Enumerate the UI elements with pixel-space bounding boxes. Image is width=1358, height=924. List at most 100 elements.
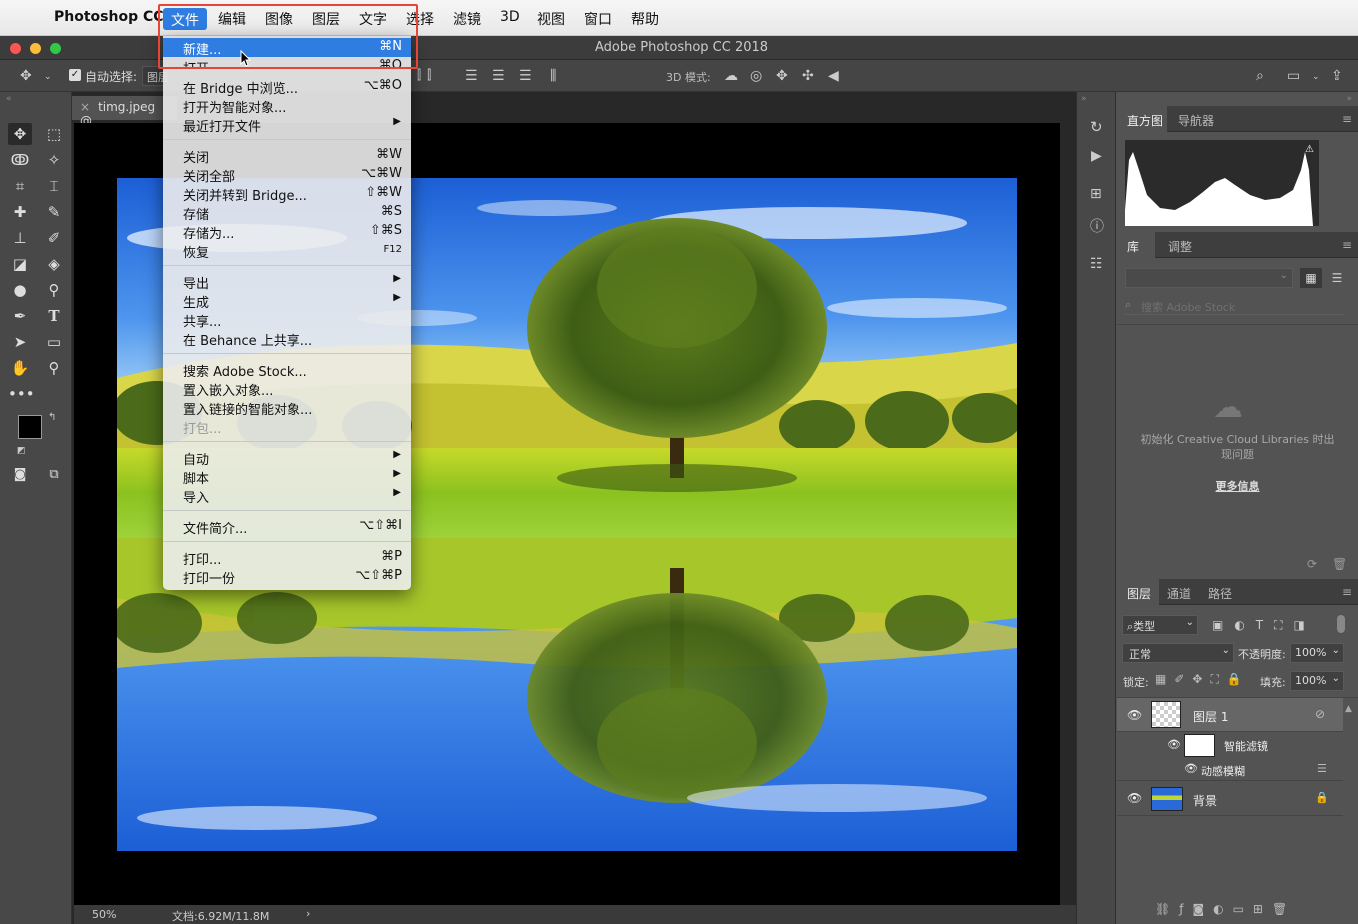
tab-navigator[interactable]: 导航器 bbox=[1178, 112, 1214, 129]
healing-brush-tool-icon[interactable]: ✚ bbox=[8, 201, 32, 223]
menu-filter[interactable]: 滤镜 bbox=[453, 9, 481, 29]
zoom-tool-icon[interactable]: ⚲ bbox=[42, 357, 66, 379]
tab-histogram[interactable]: 直方图 bbox=[1127, 112, 1163, 129]
tab-layers[interactable]: 图层 bbox=[1127, 585, 1151, 602]
sync-icon[interactable]: ⟳ bbox=[1307, 557, 1317, 571]
magic-wand-tool-icon[interactable]: ✧ bbox=[42, 149, 66, 171]
more-info-link[interactable]: 更多信息 bbox=[1117, 478, 1358, 494]
app-menu[interactable]: Photoshop CC bbox=[54, 9, 164, 25]
align-icons[interactable]: ⫿⫿ bbox=[417, 68, 437, 83]
history-icon[interactable]: ↻ bbox=[1090, 118, 1103, 136]
menu-item-browse-bridge[interactable]: 在 Bridge 中浏览... ⌥⌘O bbox=[163, 77, 411, 97]
collapse-panels-icon[interactable]: » bbox=[1346, 94, 1352, 104]
hand-tool-icon[interactable]: ✋ bbox=[8, 357, 32, 379]
rectangle-tool-icon[interactable]: ▭ bbox=[42, 331, 66, 353]
layer-name[interactable]: 背景 bbox=[1193, 792, 1217, 809]
visibility-eye-icon[interactable]: 👁 bbox=[1184, 762, 1198, 775]
collapse-tools-icon[interactable]: « bbox=[6, 94, 12, 104]
lasso-tool-icon[interactable]: ↂ bbox=[8, 149, 32, 171]
visibility-eye-icon[interactable]: 👁 bbox=[1127, 791, 1142, 805]
default-colors-icon[interactable]: ◩ bbox=[17, 446, 26, 456]
workspace-icon[interactable]: ▭ bbox=[1287, 68, 1300, 84]
properties-icon[interactable]: ☷ bbox=[1090, 256, 1103, 272]
auto-select-checkbox[interactable]: ✓ bbox=[69, 69, 81, 81]
minimize-window-button[interactable] bbox=[30, 43, 41, 54]
document-tab[interactable]: × timg.jpeg @ bbox=[72, 96, 177, 128]
layer-name[interactable]: 图层 1 bbox=[1193, 708, 1228, 725]
eyedropper-tool-icon[interactable]: ⌶ bbox=[42, 175, 66, 197]
brush-tool-icon[interactable]: ✎ bbox=[42, 201, 66, 223]
status-chevron-icon[interactable]: › bbox=[306, 907, 310, 920]
scroll-up-icon[interactable]: ▲ bbox=[1345, 704, 1352, 714]
layer-row[interactable]: 👁 图层 1 ⊘ bbox=[1117, 698, 1343, 732]
menu-item-share-behance[interactable]: 在 Behance 上共享... bbox=[163, 329, 411, 349]
menu-item-share[interactable]: 共享... bbox=[163, 310, 411, 330]
menu-item-open-recent[interactable]: 最近打开文件 ▶ bbox=[163, 115, 411, 135]
menu-item-export[interactable]: 导出 ▶ bbox=[163, 272, 411, 292]
close-window-button[interactable] bbox=[10, 43, 21, 54]
menu-item-place-embedded[interactable]: 置入嵌入对象... bbox=[163, 379, 411, 399]
fill-input[interactable]: 100% ⌄ bbox=[1290, 671, 1344, 691]
blend-mode-select[interactable]: 正常 ⌄ bbox=[1122, 643, 1234, 663]
layer-actions-toolbar[interactable]: ⛓ƒ◙◐▭⊞🗑 bbox=[1155, 902, 1296, 916]
panel-menu-icon[interactable]: ≡ bbox=[1342, 585, 1352, 599]
tab-adjustments[interactable]: 调整 bbox=[1168, 238, 1192, 255]
zoom-level[interactable]: 50% bbox=[92, 908, 116, 921]
search-icon[interactable]: ⌕ bbox=[1256, 68, 1264, 84]
layer-row[interactable]: 👁 智能滤镜 bbox=[1117, 732, 1343, 759]
menu-window[interactable]: 窗口 bbox=[584, 9, 612, 29]
close-tab-icon[interactable]: × bbox=[80, 100, 90, 114]
menu-item-close-go-bridge[interactable]: 关闭并转到 Bridge... ⇧⌘W bbox=[163, 184, 411, 204]
distribute-icon[interactable]: ⫼ bbox=[550, 68, 556, 84]
menu-view[interactable]: 视图 bbox=[537, 9, 565, 29]
menu-item-close[interactable]: 关闭 ⌘W bbox=[163, 146, 411, 166]
menu-item-generate[interactable]: 生成 ▶ bbox=[163, 291, 411, 311]
clone-stamp-tool-icon[interactable]: ⊥ bbox=[8, 227, 32, 249]
marquee-tool-icon[interactable]: ⬚ bbox=[42, 123, 66, 145]
tab-channels[interactable]: 通道 bbox=[1167, 585, 1191, 602]
menu-item-save[interactable]: 存储 ⌘S bbox=[163, 203, 411, 223]
history-brush-tool-icon[interactable]: ✐ bbox=[42, 227, 66, 249]
workspace-chevron-icon[interactable]: ⌄ bbox=[1312, 72, 1320, 82]
menu-item-scripts[interactable]: 脚本 ▶ bbox=[163, 467, 411, 487]
layer-filter-kind[interactable]: ⌕类型 ⌄ bbox=[1122, 615, 1198, 635]
foreground-color-swatch[interactable] bbox=[18, 415, 42, 439]
move-tool-icon[interactable]: ✥ bbox=[8, 123, 32, 145]
quick-mask-icon[interactable]: ◙ bbox=[8, 464, 32, 486]
menu-help[interactable]: 帮助 bbox=[631, 9, 659, 29]
align-top-icon[interactable]: ☰ bbox=[465, 68, 478, 84]
menu-item-save-as[interactable]: 存储为... ⇧⌘S bbox=[163, 222, 411, 242]
menu-item-open-smart-object[interactable]: 打开为智能对象... bbox=[163, 96, 411, 116]
menu-item-file-info[interactable]: 文件简介... ⌥⇧⌘I bbox=[163, 517, 411, 537]
grid-view-icon[interactable]: ▦ bbox=[1300, 268, 1322, 288]
swap-colors-icon[interactable]: ↰ bbox=[48, 412, 56, 423]
menu-item-revert[interactable]: 恢复 F12 bbox=[163, 241, 411, 261]
3d-roll-icon[interactable]: ◎ bbox=[750, 68, 762, 84]
actions-play-icon[interactable]: ▶ bbox=[1091, 148, 1102, 164]
layer-row[interactable]: 👁 动感模糊 ☰ bbox=[1117, 759, 1343, 781]
panel-menu-icon[interactable]: ≡ bbox=[1342, 238, 1352, 252]
menu-item-print-one[interactable]: 打印一份 ⌥⇧⌘P bbox=[163, 567, 411, 587]
tool-preset-chevron-icon[interactable]: ⌄ bbox=[44, 72, 52, 82]
lock-icons[interactable]: ▦✐✥⛶🔒 bbox=[1155, 672, 1250, 687]
menu-item-print[interactable]: 打印... ⌘P bbox=[163, 548, 411, 568]
path-selection-tool-icon[interactable]: ➤ bbox=[8, 331, 32, 353]
info-icon[interactable]: ⓘ bbox=[1090, 216, 1104, 236]
zoom-window-button[interactable] bbox=[50, 43, 61, 54]
trash-icon[interactable]: 🗑 bbox=[1332, 557, 1347, 571]
dodge-tool-icon[interactable]: ⚲ bbox=[42, 279, 66, 301]
crop-tool-icon[interactable]: ⌗ bbox=[8, 175, 32, 197]
align-vcenter-icon[interactable]: ☰ bbox=[492, 68, 505, 84]
layer-name[interactable]: 动感模糊 bbox=[1201, 763, 1245, 779]
3d-orbit-icon[interactable]: ☁ bbox=[724, 68, 738, 84]
blur-tool-icon[interactable]: ● bbox=[8, 279, 32, 301]
menu-item-close-all[interactable]: 关闭全部 ⌥⌘W bbox=[163, 165, 411, 185]
library-select[interactable]: ⌄ bbox=[1125, 268, 1293, 288]
move-tool-icon[interactable]: ✥ bbox=[20, 68, 32, 84]
stock-search-field[interactable]: ⌕ 搜索 Adobe Stock bbox=[1125, 297, 1345, 315]
list-view-icon[interactable]: ☰ bbox=[1326, 268, 1348, 288]
filter-toggle[interactable] bbox=[1337, 615, 1345, 633]
layer-row[interactable]: 👁 背景 🔒 bbox=[1117, 781, 1343, 816]
screen-mode-icon[interactable]: ⧉ bbox=[42, 464, 66, 486]
align-bottom-icon[interactable]: ☰ bbox=[519, 68, 532, 84]
